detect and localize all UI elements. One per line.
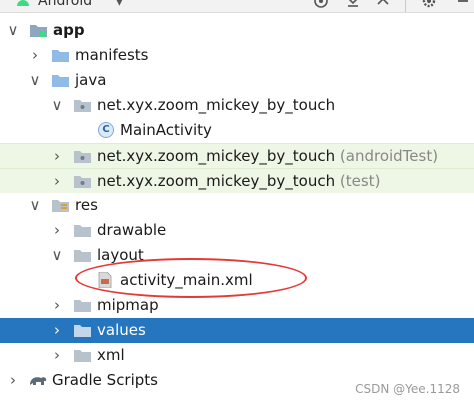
folder-icon	[74, 325, 91, 337]
collapse-all-icon[interactable]	[376, 0, 390, 8]
expand-all-icon[interactable]	[346, 0, 360, 8]
project-toolbar: Android ▼	[0, 0, 474, 13]
tree-label-drawable: drawable	[97, 221, 167, 239]
source-set-suffix: (androidTest)	[339, 147, 439, 165]
tree-label-package: net.xyx.zoom_mickey_by_touch	[97, 96, 336, 114]
folder-icon	[74, 350, 91, 362]
folder-icon	[74, 250, 91, 262]
tree-row-manifests[interactable]: › manifests	[0, 43, 474, 68]
folder-icon	[52, 75, 69, 87]
class-icon: C	[98, 122, 114, 138]
chevron-down-icon[interactable]: ∨	[50, 246, 64, 264]
locate-icon[interactable]	[314, 0, 328, 8]
tree-row-values[interactable]: › values	[0, 318, 474, 343]
tree-label-manifests: manifests	[75, 46, 149, 64]
folder-icon	[74, 300, 91, 312]
tree-row-package-android-test[interactable]: › net.xyx.zoom_mickey_by_touch (androidT…	[0, 143, 474, 168]
tree-label-res: res	[75, 196, 98, 214]
android-icon	[17, 0, 29, 6]
chevron-right-icon[interactable]: ›	[50, 296, 64, 314]
tree-label-package: net.xyx.zoom_mickey_by_touch	[97, 172, 336, 190]
tree-label-package: net.xyx.zoom_mickey_by_touch	[97, 147, 336, 165]
gradle-icon	[30, 377, 47, 385]
folder-icon	[52, 50, 69, 62]
package-icon	[74, 151, 91, 163]
project-view-selector[interactable]: Android	[38, 0, 92, 9]
module-folder-icon	[30, 25, 47, 37]
chevron-right-icon[interactable]: ›	[50, 172, 64, 190]
chevron-right-icon[interactable]: ›	[50, 221, 64, 239]
chevron-down-icon[interactable]: ∨	[28, 71, 42, 89]
tree-label-mipmap: mipmap	[97, 296, 159, 314]
tree-row-package-test[interactable]: › net.xyx.zoom_mickey_by_touch (test)	[0, 168, 474, 193]
tree-label-values: values	[97, 321, 146, 339]
tree-label-app: app	[53, 21, 85, 39]
tree-label-java: java	[75, 71, 107, 89]
package-icon	[74, 100, 91, 112]
chevron-right-icon[interactable]: ›	[50, 321, 64, 339]
chevron-right-icon[interactable]: ›	[28, 46, 42, 64]
tree-label-gradle-scripts: Gradle Scripts	[52, 371, 158, 389]
tree-row-drawable[interactable]: › drawable	[0, 218, 474, 243]
chevron-down-icon[interactable]: ∨	[50, 96, 64, 114]
chevron-down-icon[interactable]: ▼	[114, 0, 125, 8]
tree-label-xml: xml	[97, 346, 125, 364]
package-icon	[74, 176, 91, 188]
tree-row-app[interactable]: ∨ app	[0, 18, 474, 43]
toolbar-separator	[405, 0, 406, 12]
chevron-right-icon[interactable]: ›	[6, 371, 20, 389]
annotation-ellipse	[75, 258, 307, 298]
minimize-icon[interactable]	[456, 0, 470, 8]
folder-icon	[74, 225, 91, 237]
tree-label-main-activity: MainActivity	[120, 121, 212, 139]
watermark: CSDN @Yee.1128	[355, 382, 460, 396]
source-set-suffix: (test)	[339, 172, 381, 190]
chevron-down-icon[interactable]: ∨	[6, 21, 20, 39]
chevron-right-icon[interactable]: ›	[50, 147, 64, 165]
tree-row-main-activity[interactable]: C MainActivity	[0, 118, 474, 143]
chevron-down-icon[interactable]: ∨	[28, 196, 42, 214]
tree-row-mipmap[interactable]: › mipmap	[0, 293, 474, 318]
tree-row-java[interactable]: ∨ java	[0, 68, 474, 93]
gear-icon[interactable]	[422, 0, 436, 8]
resource-folder-icon	[52, 200, 69, 212]
tree-row-res[interactable]: ∨ res	[0, 193, 474, 218]
tree-row-xml[interactable]: › xml	[0, 343, 474, 368]
tree-row-package[interactable]: ∨ net.xyx.zoom_mickey_by_touch	[0, 93, 474, 118]
chevron-right-icon[interactable]: ›	[50, 346, 64, 364]
